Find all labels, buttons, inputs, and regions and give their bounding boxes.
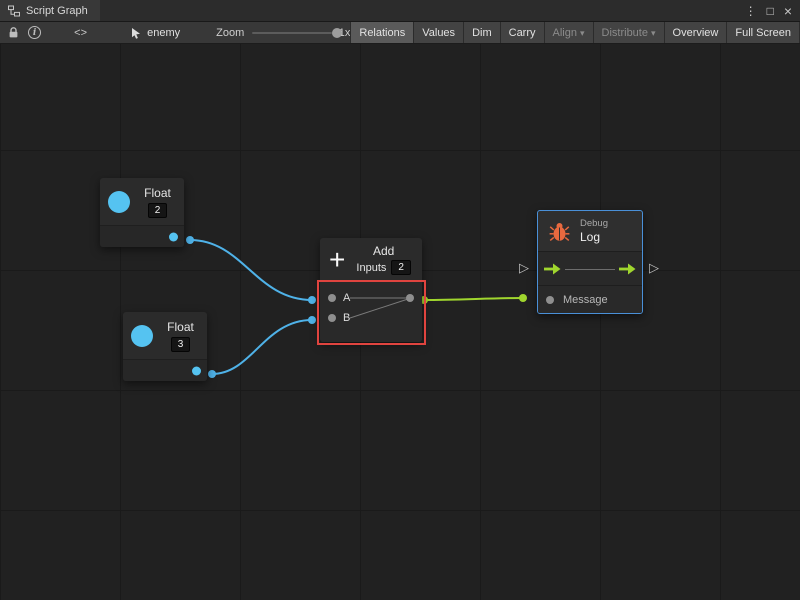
debug-header: Debug Log — [538, 211, 642, 251]
add-inputs-count-field[interactable]: 2 — [391, 260, 411, 275]
message-label: Message — [563, 294, 608, 306]
tab-title: Script Graph — [26, 5, 88, 17]
plus-icon: + — [329, 248, 345, 272]
flow-out-arrow-icon[interactable] — [619, 263, 636, 275]
toolbar-toggle-group: Relations Values Dim Carry Align ▾ Distr… — [350, 22, 800, 43]
float-1-value-field[interactable]: 2 — [148, 203, 168, 218]
zoom-slider-handle[interactable] — [332, 28, 342, 38]
node-title: Log — [580, 230, 608, 244]
graph-toolbar: i <> enemy Zoom 1x Relations Values Dim … — [0, 22, 800, 44]
chevron-down-icon: ▾ — [580, 28, 585, 39]
window-titlebar: Script Graph ⋮ □ × — [0, 0, 800, 22]
port-b-label: B — [343, 312, 350, 324]
close-icon[interactable]: × — [784, 4, 792, 18]
bug-icon — [549, 221, 570, 242]
menu-icon[interactable]: ⋮ — [745, 5, 757, 17]
node-category: Debug — [580, 218, 608, 229]
flow-output-triangle[interactable]: ▷ — [649, 261, 659, 274]
button-full-screen[interactable]: Full Screen — [726, 22, 800, 43]
float-2-body: Float 3 — [123, 312, 207, 359]
toggle-dim[interactable]: Dim — [463, 22, 500, 43]
tab-script-graph[interactable]: Script Graph — [0, 0, 100, 21]
add-input-a-port[interactable] — [328, 294, 336, 302]
zoom-label: Zoom — [216, 22, 244, 43]
debug-message-row: Message — [538, 285, 642, 313]
lock-icon[interactable] — [7, 22, 19, 43]
maximize-icon[interactable]: □ — [767, 5, 774, 17]
float-type-icon — [108, 191, 130, 213]
add-output-port[interactable] — [406, 294, 414, 302]
toggle-carry[interactable]: Carry — [500, 22, 544, 43]
zoom-slider[interactable] — [252, 22, 331, 43]
node-float-1[interactable]: Float 2 — [100, 178, 184, 247]
flow-input-triangle[interactable]: ▷ — [519, 261, 529, 274]
graph-canvas[interactable]: Float 2 Float 3 + Add Inputs — [0, 44, 800, 600]
add-ports-section: A B — [320, 280, 422, 342]
node-float-2[interactable]: Float 3 — [123, 312, 207, 381]
graph-name: enemy — [147, 27, 180, 39]
node-title: Add — [373, 244, 394, 258]
float-1-body: Float 2 — [100, 178, 184, 225]
zoom-slider-track — [252, 32, 331, 34]
flow-in-arrow-icon[interactable] — [544, 263, 561, 275]
pointer-icon — [130, 27, 142, 39]
inputs-label: Inputs — [356, 262, 386, 274]
script-graph-icon — [8, 5, 20, 17]
toggle-values[interactable]: Values — [413, 22, 463, 43]
float-1-output-port[interactable] — [169, 232, 178, 241]
toggle-relations[interactable]: Relations — [350, 22, 413, 43]
float-1-port-row — [100, 225, 184, 247]
dropdown-align[interactable]: Align ▾ — [544, 22, 593, 43]
float-type-icon — [131, 325, 153, 347]
float-2-port-row — [123, 359, 207, 381]
add-header: + Add Inputs 2 — [320, 238, 422, 280]
dropdown-distribute[interactable]: Distribute ▾ — [593, 22, 664, 43]
dropdown-distribute-label: Distribute — [602, 27, 648, 39]
port-row-b: B — [320, 308, 422, 328]
window-controls: ⋮ □ × — [745, 0, 800, 21]
message-input-port[interactable] — [546, 296, 554, 304]
button-overview[interactable]: Overview — [664, 22, 727, 43]
port-a-label: A — [343, 292, 350, 304]
node-add[interactable]: + Add Inputs 2 A B — [320, 238, 422, 342]
node-debug-log[interactable]: Debug Log Message — [537, 210, 643, 314]
node-title: Float — [167, 320, 194, 334]
code-icon[interactable]: <> — [71, 22, 90, 43]
node-title: Float — [144, 186, 171, 200]
info-icon[interactable]: i — [28, 22, 41, 43]
graph-breadcrumb[interactable]: enemy — [130, 22, 180, 43]
debug-flow-row — [538, 251, 642, 285]
chevron-down-icon: ▾ — [651, 28, 656, 39]
dropdown-align-label: Align — [553, 27, 577, 39]
relation-line — [565, 269, 615, 270]
float-2-output-port[interactable] — [192, 366, 201, 375]
float-2-value-field[interactable]: 3 — [171, 337, 191, 352]
add-input-b-port[interactable] — [328, 314, 336, 322]
